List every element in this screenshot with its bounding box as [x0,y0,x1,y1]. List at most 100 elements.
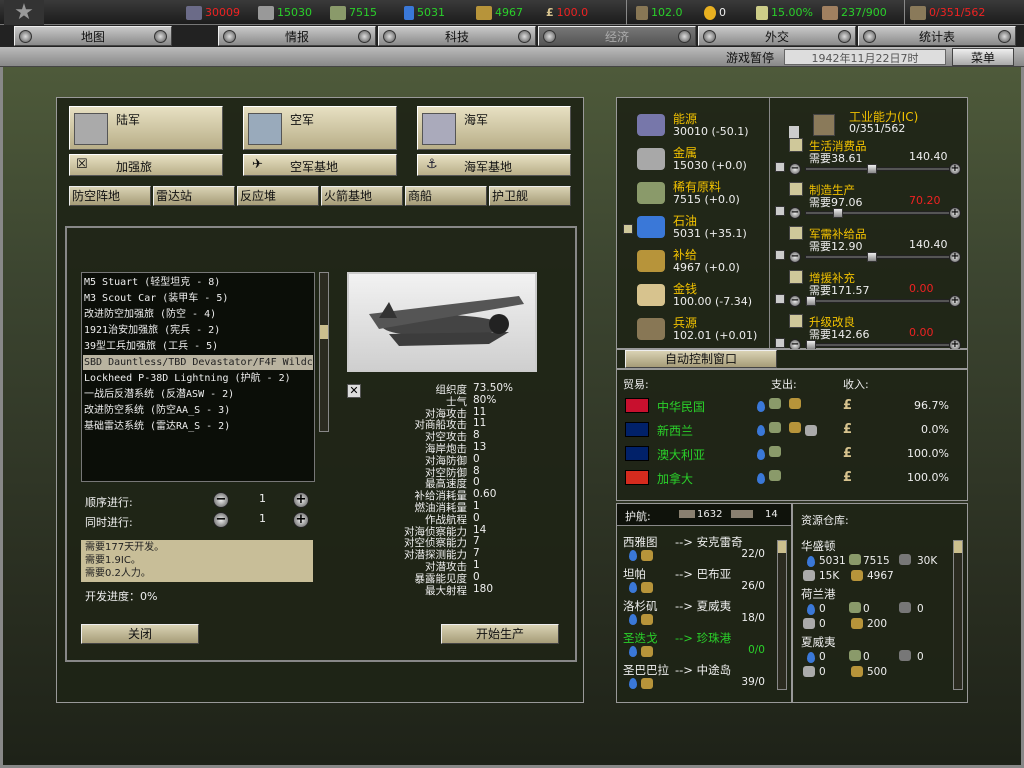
convoy-header: 护航: 1632 14 [617,504,791,526]
list-item[interactable]: 一战后反潜系统 (反潜ASW - 2) [83,387,313,402]
parallel-minus-button[interactable]: − [213,512,229,528]
depot-city[interactable]: 华盛顿 [801,538,836,554]
tab-statistics[interactable]: 统计表 [858,26,1016,46]
cat-rocket[interactable]: 火箭基地 [321,186,403,206]
alloc-minus-button[interactable]: − [789,251,801,263]
alloc-plus-button[interactable]: + [949,295,961,307]
alloc-lock-checkbox[interactable] [775,162,785,172]
progress-label: 开发进度：0% [85,590,158,603]
airbase-button[interactable]: ✈ 空军基地 [243,154,397,176]
close-button[interactable]: 关闭 [81,624,199,644]
convoy-from[interactable]: 坦帕 [623,566,646,582]
resource-bar: ★ 30009 15030 7515 5031 4967 £100.0 102.… [0,0,1024,25]
alloc-lock-checkbox[interactable] [775,338,785,348]
supply-icon [789,398,801,409]
convoy-to[interactable]: --> 安克雷奇 [675,534,743,550]
tab-map[interactable]: 地图 [14,26,172,46]
list-item[interactable]: SBD Dauntless/TBD Devastator/F4F Wildcat… [83,355,313,370]
rare-material-icon [330,5,346,20]
convoy-from[interactable]: 圣巴巴拉 [623,662,669,678]
alloc-slider[interactable] [805,296,951,306]
depot-metal: 15K [819,570,840,582]
tab-tech[interactable]: 科技 [378,26,536,46]
serial-plus-button[interactable]: + [293,492,309,508]
convoy-to[interactable]: --> 巴布亚 [675,566,731,582]
ic-toggle[interactable] [789,126,799,138]
auto-control-button[interactable]: 自动控制窗口 [625,350,777,368]
alloc-lock-checkbox[interactable] [775,206,785,216]
scroll-thumb[interactable] [954,541,962,553]
alloc-minus-button[interactable]: − [789,163,801,175]
army-button[interactable]: 陆军 [69,106,223,150]
cat-aa-base[interactable]: 防空阵地 [69,186,151,206]
alloc-slider[interactable] [805,208,951,218]
trade-country[interactable]: 中华民国 [657,398,705,415]
alloc-plus-button[interactable]: + [949,251,961,263]
cat-radar[interactable]: 雷达站 [153,186,235,206]
list-item[interactable]: 39型工兵加强旅 (工兵 - 5) [83,339,313,354]
list-item[interactable]: Lockheed P-38D Lightning (护航 - 2) [83,371,313,386]
list-item[interactable]: 基础雷达系统 (雷达RA_S - 2) [83,419,313,434]
brigade-button[interactable]: ☒ 加强旅 [69,154,223,176]
convoy-scrollbar[interactable] [777,540,787,690]
depot-scrollbar[interactable] [953,540,963,690]
depot-city[interactable]: 荷兰港 [801,586,836,602]
list-item[interactable]: 改进防空加强旅 (防空 - 4) [83,307,313,322]
convoy-count: 39/0 [741,676,765,688]
tab-economy[interactable]: 经济 [538,26,696,46]
alloc-lock-checkbox[interactable] [775,294,785,304]
convoy-to[interactable]: --> 夏威夷 [675,598,731,614]
cat-escort[interactable]: 护卫舰 [489,186,571,206]
parallel-plus-button[interactable]: + [293,512,309,528]
slider-knob[interactable] [867,164,877,174]
list-item[interactable]: 1921治安加强旅 (宪兵 - 2) [83,323,313,338]
scroll-thumb[interactable] [778,541,786,553]
menu-button[interactable]: 菜单 [952,48,1014,66]
alloc-plus-button[interactable]: + [949,163,961,175]
convoy-from[interactable]: 洛杉矶 [623,598,658,614]
knob-icon [863,30,876,43]
alloc-minus-button[interactable]: − [789,295,801,307]
depot-rare: 0 [863,651,870,663]
list-item[interactable]: M5 Stuart (轻型坦克 - 8) [83,275,313,290]
trade-header: 贸易: [623,378,649,391]
alloc-minus-button[interactable]: − [789,207,801,219]
trade-country[interactable]: 加拿大 [657,470,693,487]
trade-country[interactable]: 澳大利亚 [657,446,705,463]
alloc-lock-checkbox[interactable] [775,250,785,260]
navalbase-button[interactable]: ⚓ 海军基地 [417,154,571,176]
convoy-to[interactable]: --> 珍珠港 [675,630,731,646]
stat-value: 0.60 [473,488,497,501]
scroll-thumb[interactable] [320,325,328,339]
list-item[interactable]: M3 Scout Car (装甲车 - 5) [83,291,313,306]
metal-icon [805,425,817,436]
slider-knob[interactable] [833,208,843,218]
convoy-from[interactable]: 西雅图 [623,534,658,550]
list-scrollbar[interactable] [319,272,329,432]
start-production-button[interactable]: 开始生产 [441,624,559,644]
navy-button[interactable]: 海军 [417,106,571,150]
oil-checkbox[interactable] [623,224,633,234]
air-button[interactable]: 空军 [243,106,397,150]
alloc-slider[interactable] [805,340,951,350]
slider-knob[interactable] [806,296,816,306]
cat-merchant[interactable]: 商船 [405,186,487,206]
list-item[interactable]: 改进防空系统 (防空AA_S - 3) [83,403,313,418]
alloc-need: 需要38.61 [809,152,863,165]
tab-intel[interactable]: 情报 [218,26,376,46]
depot-city[interactable]: 夏威夷 [801,634,836,650]
delete-icon[interactable]: ✕ [347,384,361,398]
convoy-from[interactable]: 圣迭戈 [623,630,658,646]
stat-value: 0 [473,570,480,583]
supply-icon [637,250,665,272]
tab-diplomacy[interactable]: 外交 [698,26,856,46]
serial-minus-button[interactable]: − [213,492,229,508]
trade-country[interactable]: 新西兰 [657,422,693,439]
alloc-plus-button[interactable]: + [949,207,961,219]
energy-icon [899,650,911,661]
cat-reactor[interactable]: 反应堆 [237,186,319,206]
alloc-slider[interactable] [805,164,951,174]
convoy-to[interactable]: --> 中途岛 [675,662,731,678]
slider-knob[interactable] [867,252,877,262]
alloc-slider[interactable] [805,252,951,262]
